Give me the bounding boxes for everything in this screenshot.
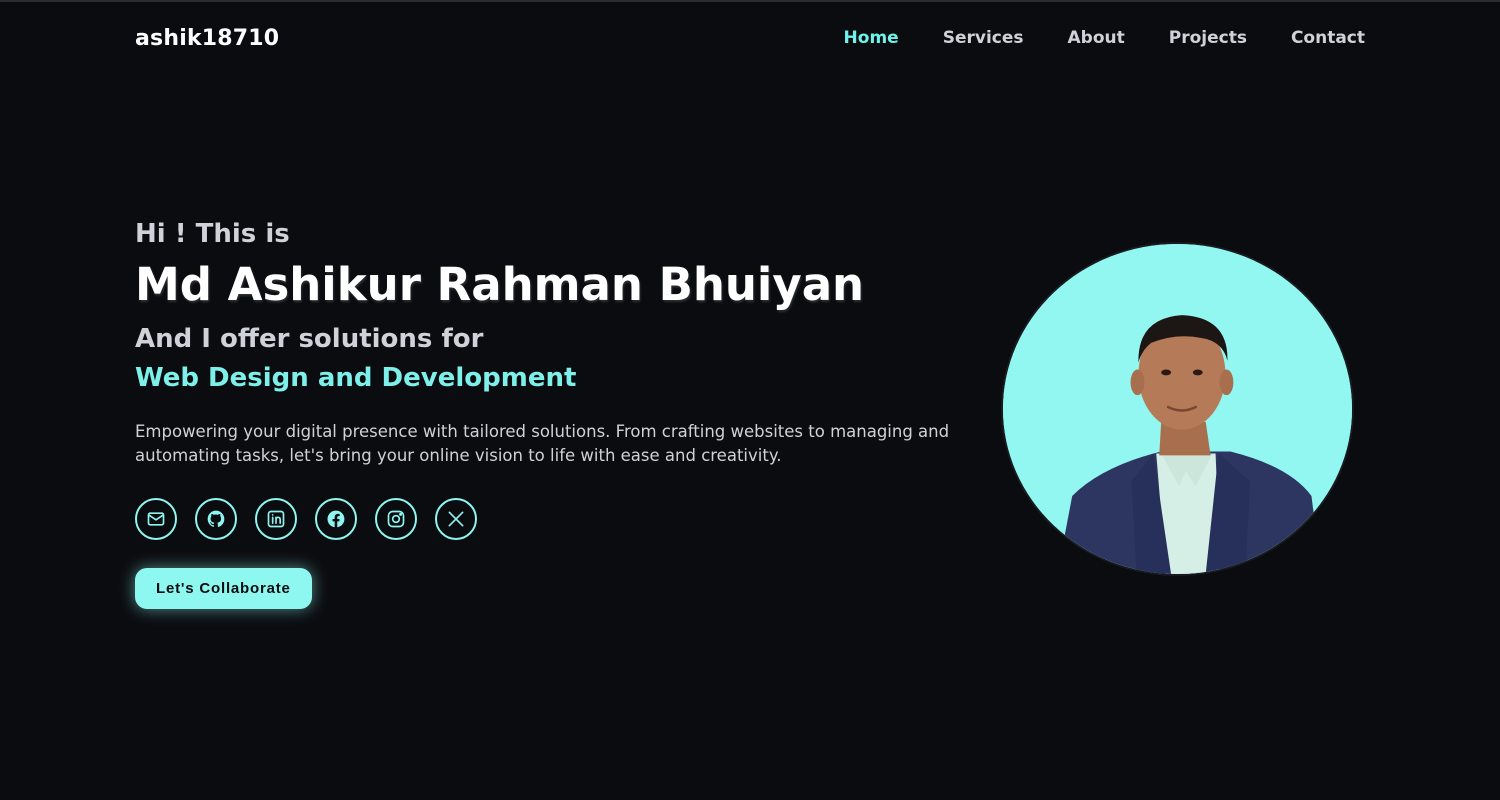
hero-section: Hi ! This is Md Ashikur Rahman Bhuiyan A… [135,216,975,609]
top-border [0,0,1500,2]
main-nav: Home Services About Projects Contact [844,28,1365,48]
collaborate-button[interactable]: Let's Collaborate [135,568,312,609]
social-links [135,498,975,540]
nav-home[interactable]: Home [844,28,899,48]
nav-about[interactable]: About [1068,28,1125,48]
github-icon[interactable] [195,498,237,540]
nav-services[interactable]: Services [943,28,1024,48]
site-header: ashik18710 Home Services About Projects … [135,22,1365,54]
nav-contact[interactable]: Contact [1291,28,1365,48]
profile-photo [1001,242,1354,576]
instagram-icon[interactable] [375,498,417,540]
site-logo[interactable]: ashik18710 [135,26,279,51]
linkedin-icon[interactable] [255,498,297,540]
hero-offer: And I offer solutions for [135,324,484,354]
x-icon[interactable] [435,498,477,540]
mail-icon[interactable] [135,498,177,540]
facebook-icon[interactable] [315,498,357,540]
hero-role: Web Design and Development [135,363,577,393]
nav-projects[interactable]: Projects [1169,28,1247,48]
hero-name: Md Ashikur Rahman Bhuiyan [135,258,865,311]
hero-description: Empowering your digital presence with ta… [135,422,950,465]
hero-greeting: Hi ! This is [135,219,290,249]
